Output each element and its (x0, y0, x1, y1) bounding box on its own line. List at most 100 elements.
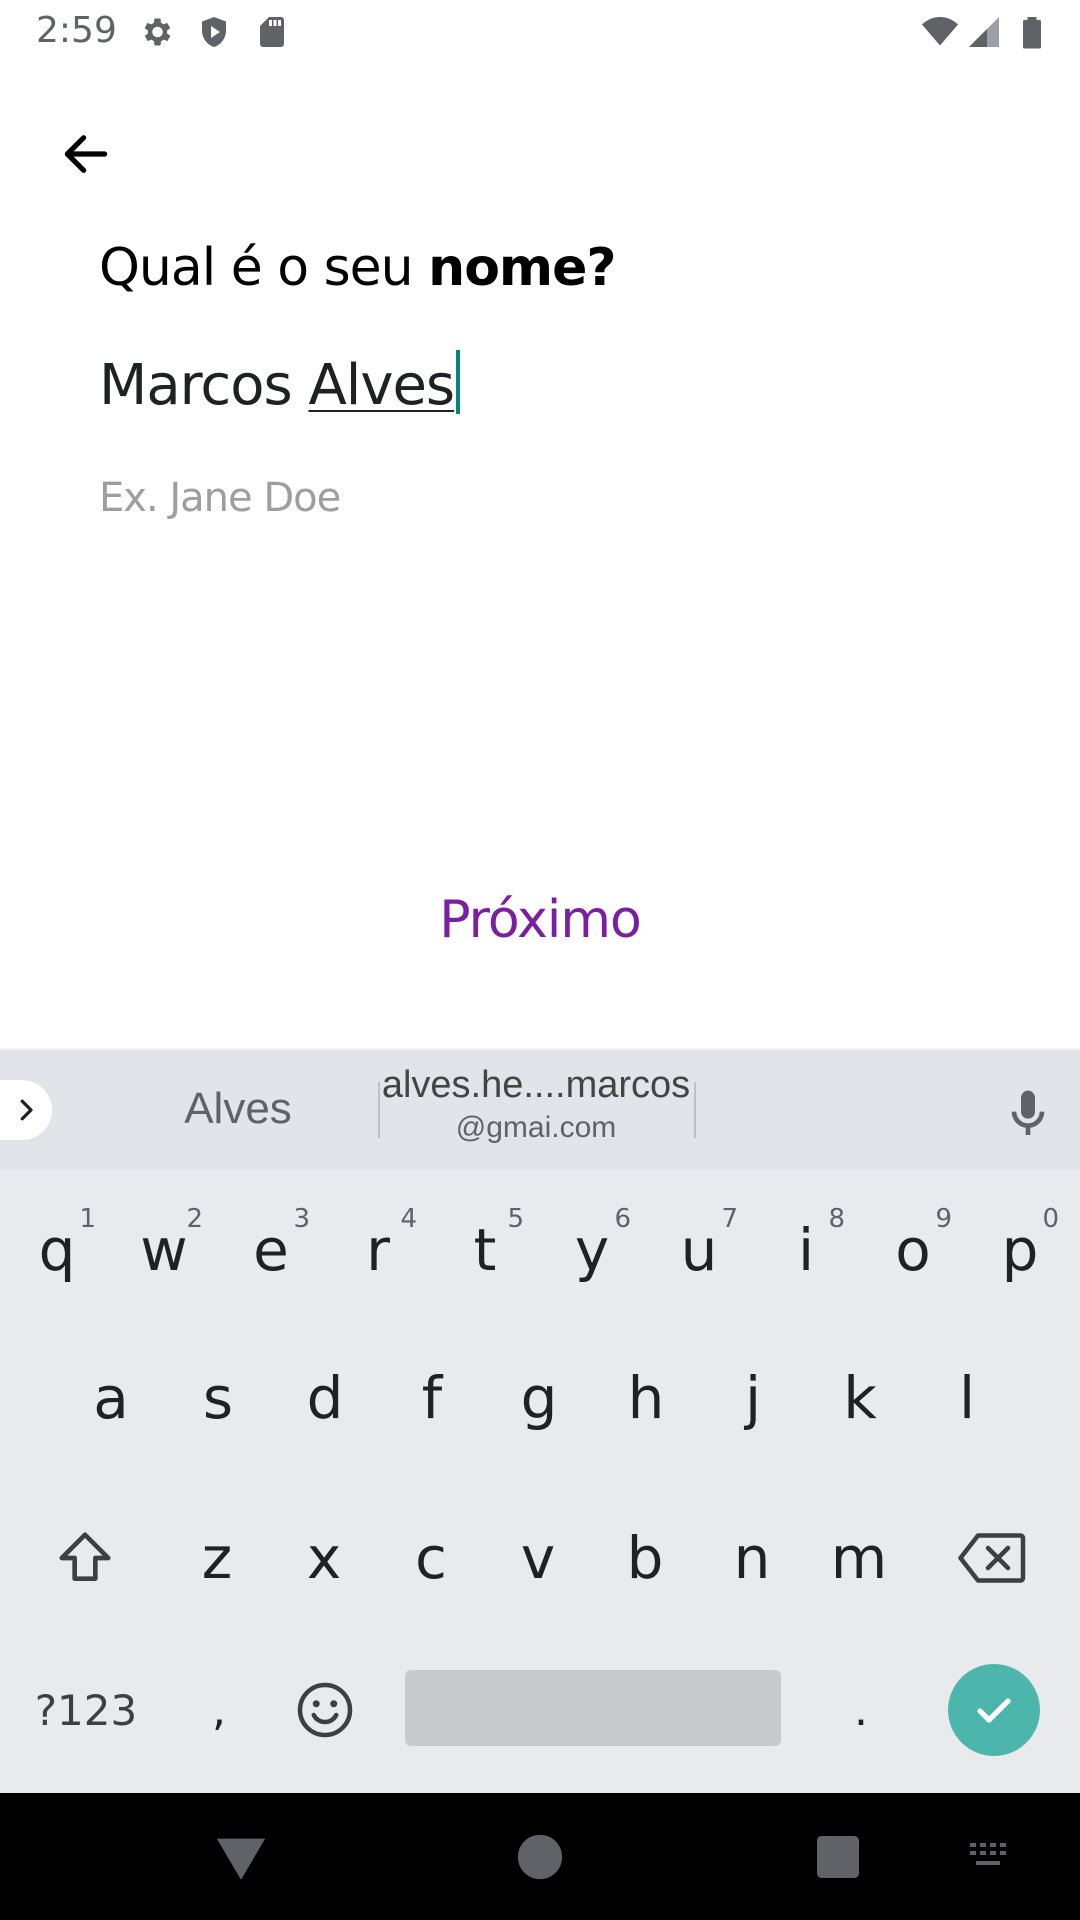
key-label: a (93, 1364, 129, 1432)
key-label: n (733, 1524, 771, 1592)
backspace-icon (958, 1533, 1026, 1583)
status-time: 2:59 (36, 10, 117, 51)
key-label: q (38, 1216, 76, 1284)
key-q[interactable]: q1 (4, 1190, 110, 1310)
name-input-value[interactable]: Marcos Alves (99, 350, 461, 418)
key-g[interactable]: g (486, 1338, 592, 1458)
back-triangle-icon[interactable] (212, 1829, 270, 1887)
key-h[interactable]: h (593, 1338, 699, 1458)
key-label: j (744, 1364, 762, 1432)
key-label: f (421, 1364, 443, 1432)
key-u[interactable]: u7 (646, 1190, 752, 1310)
key-t[interactable]: t5 (432, 1190, 538, 1310)
comma-key[interactable]: , (166, 1650, 272, 1770)
symbols-key[interactable]: ?123 (16, 1650, 156, 1770)
suggestion-2-line-1: alves.he....marcos (381, 1064, 691, 1106)
settings-icon (144, 18, 171, 46)
chevron-right-icon (20, 1099, 33, 1121)
key-number-hint: 9 (935, 1204, 952, 1234)
key-label: x (306, 1524, 342, 1592)
key-i[interactable]: i8 (753, 1190, 859, 1310)
suggestion-divider (694, 1082, 696, 1138)
key-n[interactable]: n (699, 1498, 805, 1618)
key-label: i (797, 1216, 815, 1284)
key-number-hint: 4 (400, 1204, 417, 1234)
key-label: p (1001, 1216, 1039, 1284)
key-number-hint: 7 (721, 1204, 738, 1234)
key-label: c (415, 1524, 447, 1592)
emoji-smile-icon (297, 1682, 353, 1738)
period-key[interactable]: . (808, 1650, 914, 1770)
key-label: b (626, 1524, 664, 1592)
suggestion-1[interactable]: Alves (100, 1084, 376, 1134)
key-f[interactable]: f (379, 1338, 485, 1458)
key-label: y (574, 1216, 610, 1284)
microphone-icon[interactable] (1000, 1086, 1056, 1142)
key-label: s (202, 1364, 234, 1432)
key-z[interactable]: z (164, 1498, 270, 1618)
space-key[interactable] (405, 1670, 781, 1746)
text-cursor (456, 350, 461, 414)
key-number-hint: 8 (828, 1204, 845, 1234)
key-label: k (843, 1364, 877, 1432)
shift-key[interactable] (32, 1498, 138, 1618)
key-v[interactable]: v (485, 1498, 591, 1618)
sd-card-icon (260, 17, 284, 47)
key-number-hint: 3 (293, 1204, 310, 1234)
key-l[interactable]: l (914, 1338, 1020, 1458)
name-input[interactable]: Marcos Alves (99, 350, 461, 430)
key-number-hint: 0 (1042, 1204, 1059, 1234)
emoji-key[interactable] (272, 1650, 378, 1770)
suggestion-2[interactable]: alves.he....marcos @gmai.com (380, 1064, 692, 1145)
keyboard-expand-button[interactable] (0, 1080, 52, 1140)
key-number-hint: 1 (79, 1204, 96, 1234)
key-a[interactable]: a (58, 1338, 164, 1458)
key-w[interactable]: w2 (111, 1190, 217, 1310)
key-o[interactable]: o9 (860, 1190, 966, 1310)
next-button[interactable]: Próximo (400, 880, 680, 960)
key-c[interactable]: c (378, 1498, 484, 1618)
arrow-left-icon (64, 135, 108, 173)
key-p[interactable]: p0 (967, 1190, 1073, 1310)
name-first-part: Marcos (99, 353, 309, 418)
back-button[interactable] (44, 112, 128, 196)
page-title-bold: nome? (428, 238, 616, 298)
key-label: d (306, 1364, 344, 1432)
key-s[interactable]: s (165, 1338, 271, 1458)
shift-arrow-icon (59, 1532, 111, 1581)
signal-icon (969, 17, 999, 47)
keyboard-switch-icon[interactable] (966, 1833, 1014, 1881)
page-title: Qual é o seu nome? (99, 238, 617, 298)
key-b[interactable]: b (592, 1498, 698, 1618)
key-x[interactable]: x (271, 1498, 377, 1618)
navigation-bar (0, 1793, 1080, 1920)
home-circle-icon[interactable] (512, 1829, 568, 1885)
wifi-icon (922, 17, 958, 46)
recents-square-icon[interactable] (810, 1829, 866, 1885)
enter-done-key[interactable] (948, 1664, 1040, 1756)
name-last-part-composing: Alves (308, 353, 455, 418)
key-y[interactable]: y6 (539, 1190, 645, 1310)
key-label: h (627, 1364, 665, 1432)
key-e[interactable]: e3 (218, 1190, 324, 1310)
key-label: m (830, 1524, 888, 1592)
soft-keyboard: Alves alves.he....marcos @gmai.com q1w2e… (0, 1048, 1080, 1795)
page-title-regular: Qual é o seu (99, 238, 429, 298)
key-r[interactable]: r4 (325, 1190, 431, 1310)
key-d[interactable]: d (272, 1338, 378, 1458)
key-number-hint: 6 (614, 1204, 631, 1234)
key-number-hint: 5 (507, 1204, 524, 1234)
key-label: w (140, 1216, 188, 1284)
check-icon (977, 1698, 1011, 1723)
key-j[interactable]: j (700, 1338, 806, 1458)
key-label: z (201, 1524, 233, 1592)
backspace-key[interactable] (940, 1498, 1046, 1618)
key-label: t (473, 1216, 497, 1284)
key-label: v (520, 1524, 556, 1592)
shield-icon (202, 17, 226, 47)
key-k[interactable]: k (807, 1338, 913, 1458)
key-label: u (680, 1216, 718, 1284)
status-bar: 2:59 (0, 0, 1080, 63)
key-label: g (520, 1364, 558, 1432)
key-m[interactable]: m (806, 1498, 912, 1618)
